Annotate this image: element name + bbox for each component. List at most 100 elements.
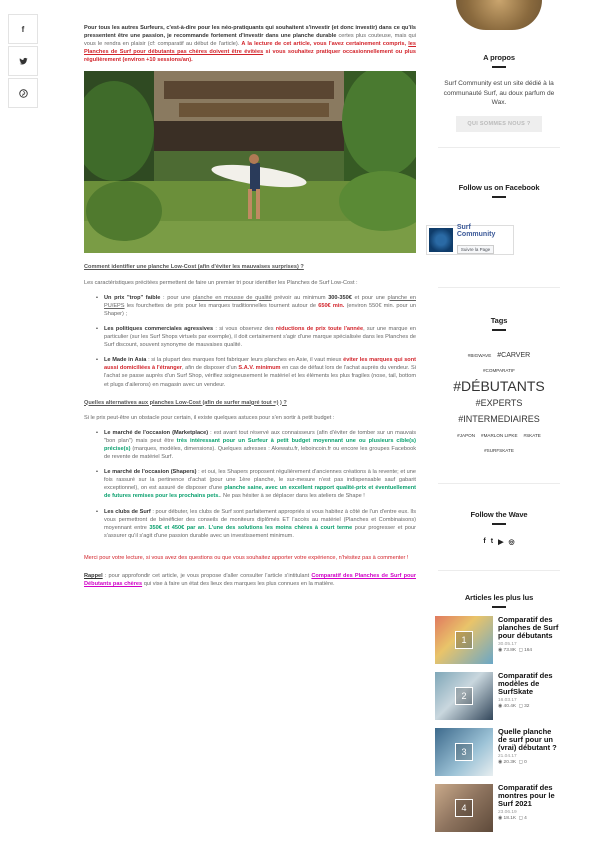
tag-link[interactable]: #intermediaires (458, 411, 540, 427)
rank-badge: 2 (455, 686, 473, 705)
article-stats: ◉ 73.8K ◻ 164 (498, 647, 533, 653)
text-bold: Les politiques commerciales agressives (104, 325, 214, 332)
text: (marques, modèles, dimensions). Quelques… (104, 445, 416, 461)
text-highlight: A la lecture de cet article, vous l'avez… (241, 41, 409, 48)
text: . Ne pas hésiter à se déplacer dans les … (219, 493, 365, 500)
tag-link[interactable]: #bigwave (468, 350, 491, 362)
instagram-icon[interactable]: ◎ (508, 538, 514, 546)
author-image (456, 0, 542, 30)
paragraph: Les caractéristiques précitées permetten… (84, 279, 358, 286)
criteria-list: Un prix "trop" faible : pour une planche… (84, 294, 416, 389)
text: , afin de disposer d'un (182, 365, 239, 372)
text-bold: Le marché de l'occasion (Shapers) (104, 469, 197, 476)
widget-title: Tags (490, 315, 508, 325)
twitter-share-button[interactable] (8, 46, 38, 76)
article-title[interactable]: Quelle planche de surf pour un (vrai) dé… (498, 727, 560, 753)
list-item: Les clubs de Surf : pour débuter, les cl… (96, 508, 416, 540)
text-bold: Rappel (84, 573, 103, 579)
tag-link[interactable]: #carver (497, 350, 530, 362)
facebook-follow-button[interactable]: Suivre la Page (456, 244, 495, 254)
list-item[interactable]: 4 Comparatif des montres pour le Surf 20… (435, 783, 560, 832)
facebook-page-box[interactable]: Surf Community Suivre la Page (426, 224, 514, 255)
text: et pour une (351, 294, 388, 301)
comment-count: 32 (524, 703, 530, 709)
text-bold: Le marché de l'occasion (Marketplace) (104, 429, 209, 436)
text: les fourchettes de prix pour les marques… (124, 302, 319, 309)
tag-cloud: #bigwave #carver #comparatif #débutants #… (438, 347, 560, 457)
divider (438, 569, 560, 571)
text-highlight-green: L'une des solutions les moins chères à c… (208, 524, 353, 531)
tag-link[interactable]: #skate (524, 430, 541, 442)
article-date: 23.06.19 (498, 809, 517, 815)
tags-widget: Tags #bigwave #carver #comparatif #débuta… (438, 316, 560, 457)
tag-link[interactable]: #comparatif (483, 365, 515, 377)
tag-link[interactable]: #experts (476, 395, 523, 411)
facebook-icon[interactable]: f (483, 538, 485, 546)
list-item: Le marché de l'occasion (Shapers) : et o… (96, 468, 416, 500)
twitter-icon (18, 57, 28, 65)
pinterest-share-button[interactable] (8, 78, 38, 108)
thanks-text: Merci pour votre lecture, si vous avez d… (84, 554, 409, 561)
list-item[interactable]: 2 Comparatif des modèles de SurfSkate 16… (435, 671, 560, 720)
share-bar: f (8, 14, 38, 110)
divider (492, 195, 506, 198)
text: : si la plupart des marques font fabriqu… (146, 357, 344, 364)
tag-link[interactable]: #débutants (453, 377, 545, 395)
divider (438, 146, 560, 148)
article-stats: ◉ 40.4K ◻ 32 (498, 703, 530, 709)
surfer-photo (84, 71, 416, 254)
facebook-share-button[interactable]: f (8, 14, 38, 44)
article-stats: ◉ 20.3K ◻ 0 (498, 759, 527, 765)
list-item: Le marché de l'occasion (Marketplace) : … (96, 429, 416, 461)
article-stats: ◉ 18.1K ◻ 4 (498, 815, 527, 821)
article-thumbnail[interactable]: 4 (435, 783, 493, 832)
tag-link[interactable]: #surfskate (484, 445, 514, 457)
social-links: f t ▶ ◎ (438, 538, 560, 546)
article-body: Pour tous les autres Surfeurs, c'est-à-d… (84, 24, 416, 595)
text-bold: Les clubs de Surf (104, 508, 151, 515)
follow-wave-widget: Follow the Wave f t ▶ ◎ (438, 510, 560, 546)
article-date: 16.03.17 (498, 697, 517, 703)
text: : pour approfondir cet article, je vous … (102, 573, 312, 579)
paragraph-intro: Pour tous les autres Surfeurs, c'est-à-d… (84, 24, 416, 64)
tag-link[interactable]: #marlon lipke (481, 430, 518, 442)
list-item[interactable]: 3 Quelle planche de surf pour un (vrai) … (435, 727, 560, 776)
tag-link[interactable]: #japon (457, 430, 475, 442)
rappel-paragraph: Rappel : pour approfondir cet article, j… (84, 572, 416, 588)
facebook-page-name[interactable]: Surf Community (457, 224, 511, 238)
divider (492, 66, 506, 68)
divider (492, 605, 506, 608)
twitter-icon[interactable]: t (491, 538, 493, 546)
widget-title: Follow us on Facebook (458, 182, 540, 192)
divider (492, 328, 506, 331)
pinterest-icon (18, 88, 28, 98)
alternatives-list: Le marché de l'occasion (Marketplace) : … (84, 429, 416, 540)
text-highlight-green: 350€ et 450€ par an (149, 524, 205, 531)
text: : pour une (160, 294, 194, 301)
text-highlight: 650€ min. (318, 302, 345, 309)
rank-badge: 3 (455, 742, 473, 761)
divider (492, 522, 506, 525)
article-thumbnail[interactable]: 3 (435, 727, 493, 776)
list-item: Les politiques commerciales agressives :… (96, 325, 416, 349)
article-date: 21.04.17 (498, 753, 517, 759)
facebook-widget: Follow us on Facebook Surf Community Sui… (426, 182, 560, 255)
article-title[interactable]: Comparatif des montres pour le Surf 2021 (498, 783, 560, 809)
article-thumbnail[interactable]: 1 (435, 615, 493, 664)
article-title[interactable]: Comparatif des modèles de SurfSkate (498, 671, 560, 697)
youtube-icon[interactable]: ▶ (498, 538, 503, 546)
qui-sommes-nous-button[interactable]: QUI SOMMES NOUS ? (456, 115, 542, 132)
comment-count: 164 (524, 647, 533, 653)
list-item[interactable]: 1 Comparatif des planches de Surf pour d… (435, 615, 560, 664)
article-link[interactable]: planche en mousse de qualité (193, 295, 272, 301)
article-title[interactable]: Comparatif des planches de Surf pour déb… (498, 615, 560, 641)
article-date: 30.05.17 (498, 641, 517, 647)
text-bold: 300-350€ (328, 294, 352, 301)
article-thumbnail[interactable]: 2 (435, 671, 493, 720)
section-heading: Comment identifier une planche Low-Cost … (84, 264, 304, 271)
apropos-text: Surf Community est un site dédié à la co… (443, 80, 555, 106)
sidebar: A propos Surf Community est un site dédi… (426, 0, 560, 832)
widget-title: Follow the Wave (470, 509, 528, 519)
divider (438, 482, 560, 484)
widget-title: A propos (483, 53, 515, 62)
